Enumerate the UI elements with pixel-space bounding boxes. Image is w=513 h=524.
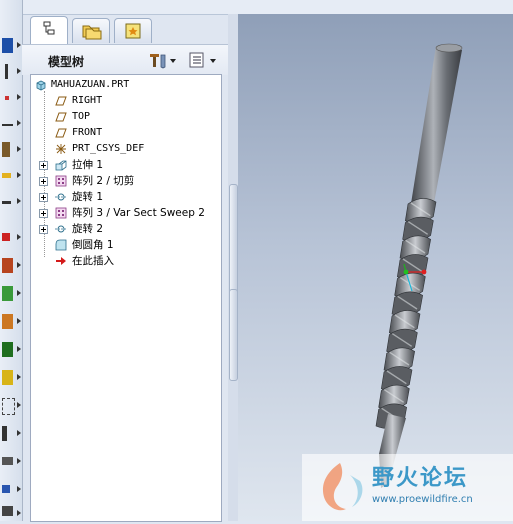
tree-item-revolve-1[interactable]: 旋转 1 bbox=[31, 189, 221, 205]
tree-item-pattern-3[interactable]: 阵列 3 / Var Sect Sweep 2 bbox=[31, 205, 221, 221]
tab-favorites[interactable] bbox=[114, 18, 152, 43]
feature-toolbar bbox=[0, 0, 23, 521]
axis-tool-button[interactable] bbox=[1, 62, 21, 82]
watermark-title: 野火论坛 bbox=[372, 466, 469, 491]
rib-tool-button[interactable] bbox=[1, 284, 21, 304]
tab-model-tree[interactable] bbox=[30, 16, 68, 44]
pattern-icon bbox=[55, 175, 67, 187]
panel-title: 模型树 bbox=[48, 55, 85, 69]
mirror-tool-button[interactable] bbox=[1, 396, 21, 416]
expand-toggle[interactable] bbox=[39, 193, 48, 202]
panel-splitter[interactable] bbox=[228, 14, 238, 521]
expand-toggle[interactable] bbox=[39, 225, 48, 234]
csys-tool-button[interactable] bbox=[1, 114, 21, 134]
trim-tool-button[interactable] bbox=[1, 452, 21, 472]
tree-item-label: 倒圆角 1 bbox=[72, 239, 114, 251]
tree-root-label: MAHUAZUAN.PRT bbox=[51, 79, 130, 90]
tree-item-label: RIGHT bbox=[72, 95, 103, 106]
tree-item-label: 阵列 3 / Var Sect Sweep 2 bbox=[72, 207, 205, 219]
top-toolbar-strip bbox=[22, 0, 513, 15]
pattern-icon bbox=[55, 207, 67, 219]
favorites-tab-icon bbox=[125, 23, 141, 39]
tree-item-label: 在此插入 bbox=[72, 255, 114, 267]
shell-tool-button[interactable] bbox=[1, 256, 21, 276]
splitter-grip-upper[interactable] bbox=[229, 184, 238, 306]
revolve-icon bbox=[55, 225, 67, 233]
pattern-tool-button[interactable] bbox=[1, 480, 21, 500]
extrude-icon bbox=[55, 160, 67, 171]
navigator-header: 模型树 bbox=[22, 44, 232, 75]
tree-item-label: FRONT bbox=[72, 127, 103, 138]
revolve-icon bbox=[55, 193, 67, 201]
datum-plane-icon bbox=[55, 96, 67, 106]
graphics-window[interactable] bbox=[238, 14, 513, 521]
forum-watermark: 野火论坛 www.proewildfire.cn bbox=[302, 454, 513, 521]
round-tool-button[interactable] bbox=[1, 340, 21, 360]
tree-root[interactable]: MAHUAZUAN.PRT bbox=[31, 77, 221, 93]
merge-tool-button[interactable] bbox=[1, 424, 21, 444]
expand-toggle[interactable] bbox=[39, 177, 48, 186]
navigator-tabs bbox=[22, 14, 232, 44]
insert-here-arrow-icon bbox=[56, 257, 66, 265]
plane-tool-button[interactable] bbox=[1, 192, 21, 212]
expand-toggle[interactable] bbox=[39, 209, 48, 218]
offset-tool-button[interactable] bbox=[1, 504, 21, 524]
splitter-grip-lower[interactable] bbox=[229, 289, 238, 381]
datum-plane-icon bbox=[55, 128, 67, 138]
shank-end-face bbox=[435, 43, 463, 53]
tree-item-label: 阵列 2 / 切剪 bbox=[72, 175, 135, 187]
tree-item-front[interactable]: FRONT bbox=[31, 125, 221, 141]
datum-tool-button[interactable] bbox=[1, 36, 21, 56]
settings-tools-icon bbox=[150, 54, 176, 69]
point-tool-button[interactable] bbox=[1, 88, 21, 108]
sketch-tool-button[interactable] bbox=[1, 140, 21, 160]
expand-toggle[interactable] bbox=[39, 161, 48, 170]
tree-item-right[interactable]: RIGHT bbox=[31, 93, 221, 109]
round-icon bbox=[55, 239, 67, 251]
hole-tool-button[interactable] bbox=[1, 228, 21, 248]
show-list-icon bbox=[189, 52, 216, 68]
part-icon bbox=[36, 80, 46, 91]
tree-item-label: PRT_CSYS_DEF bbox=[72, 143, 145, 154]
tree-item-round-1[interactable]: 倒圆角 1 bbox=[31, 237, 221, 253]
tree-item-revolve-2[interactable]: 旋转 2 bbox=[31, 221, 221, 237]
folder-browser-tab-icon bbox=[82, 25, 102, 40]
drill-flutes bbox=[375, 198, 437, 429]
tree-item-label: 拉伸 1 bbox=[72, 159, 104, 171]
drill-bit-model[interactable] bbox=[238, 14, 513, 521]
coordinate-system-icon bbox=[56, 144, 66, 154]
draft-tool-button[interactable] bbox=[1, 312, 21, 332]
settings-menu-button[interactable] bbox=[148, 51, 178, 69]
tree-item-label: TOP bbox=[72, 111, 91, 122]
tab-folder-browser[interactable] bbox=[72, 18, 110, 43]
tree-item-extrude-1[interactable]: 拉伸 1 bbox=[31, 157, 221, 173]
datum-plane-icon bbox=[55, 112, 67, 122]
curve-tool-button[interactable] bbox=[1, 166, 21, 186]
tree-item-pattern-2[interactable]: 阵列 2 / 切剪 bbox=[31, 173, 221, 189]
tree-item-label: 旋转 1 bbox=[72, 191, 104, 203]
drill-shank bbox=[410, 46, 462, 214]
show-menu-button[interactable] bbox=[188, 51, 220, 69]
tree-item-csys[interactable]: PRT_CSYS_DEF bbox=[31, 141, 221, 157]
tree-item-top[interactable]: TOP bbox=[31, 109, 221, 125]
tree-item-insert-here[interactable]: 在此插入 bbox=[31, 253, 221, 269]
watermark-url: www.proewildfire.cn bbox=[372, 494, 473, 505]
model-tree-tab-icon bbox=[43, 21, 55, 35]
model-tree: MAHUAZUAN.PRT RIGHT TOP FRONT PRT_CSYS_D… bbox=[30, 74, 222, 522]
chamfer-tool-button[interactable] bbox=[1, 368, 21, 388]
watermark-flame-logo bbox=[322, 463, 363, 511]
tree-item-label: 旋转 2 bbox=[72, 223, 104, 235]
